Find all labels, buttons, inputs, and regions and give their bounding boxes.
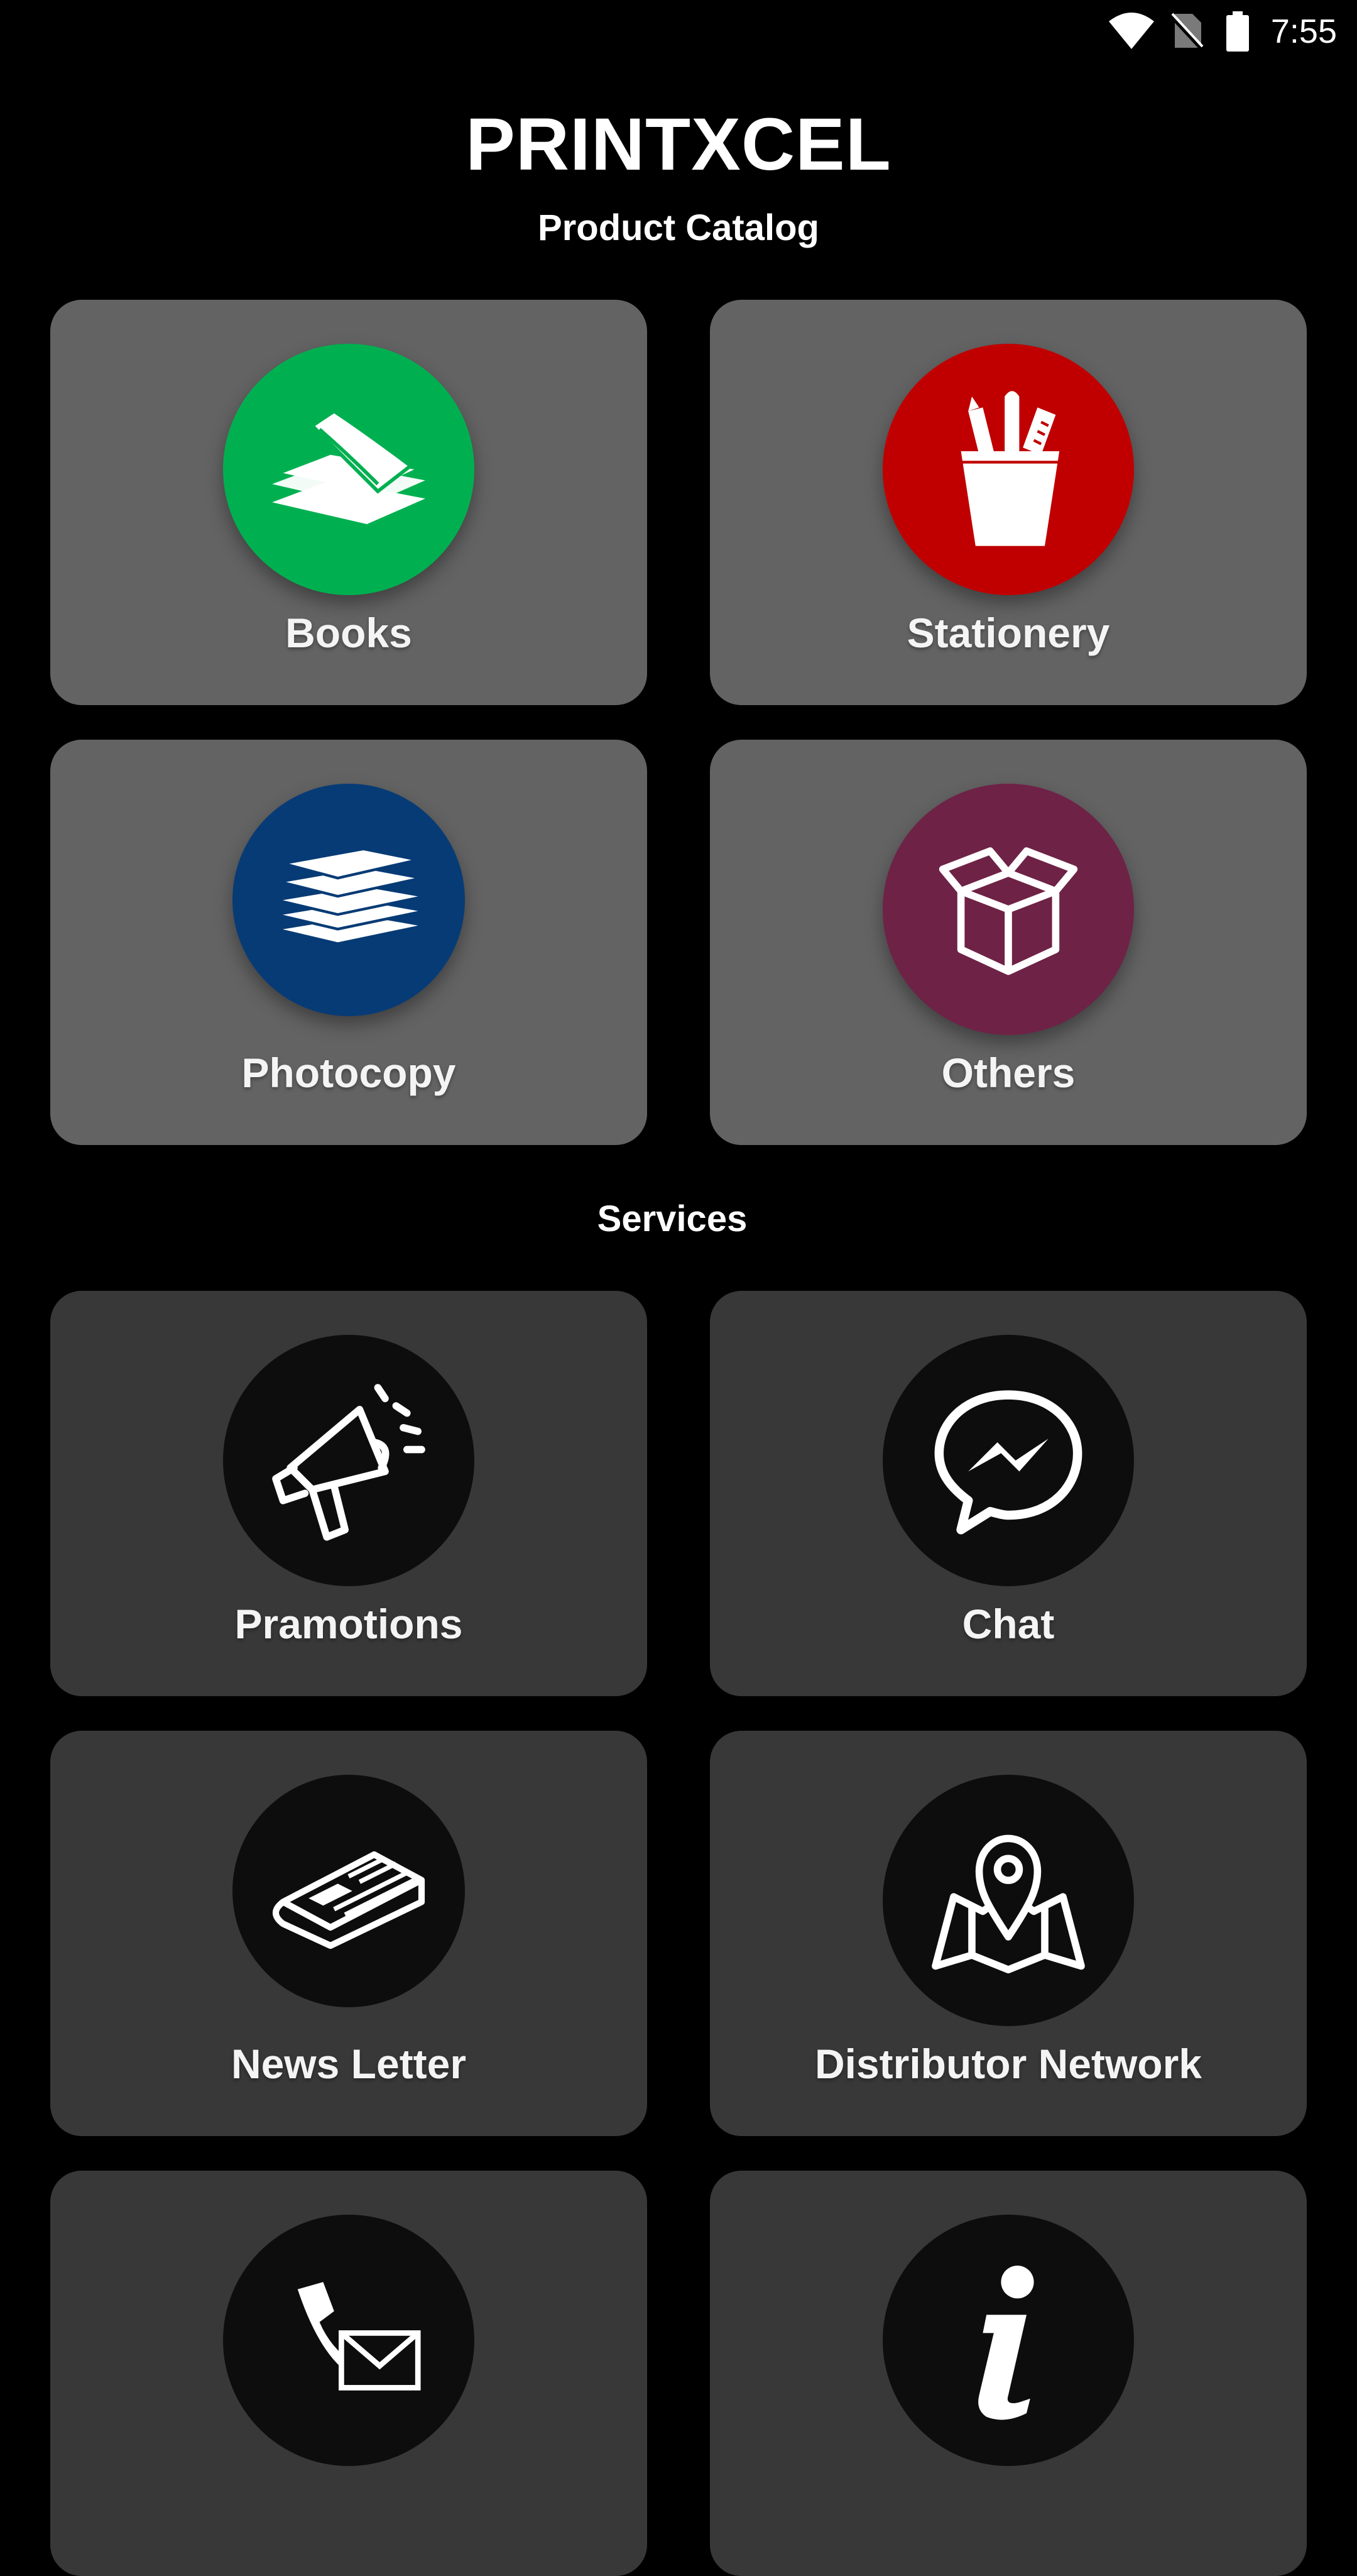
newsletter-circle (232, 1775, 465, 2007)
chat-circle (883, 1335, 1134, 1586)
service-tile-contact[interactable] (50, 2171, 647, 2576)
books-circle (223, 344, 474, 595)
service-tile-info[interactable] (710, 2171, 1307, 2576)
catalog-label-photocopy: Photocopy (241, 1050, 456, 1096)
catalog-label-stationery: Stationery (907, 610, 1110, 656)
info-circle (883, 2215, 1134, 2466)
services-section-title: Services (597, 1198, 748, 1239)
photocopy-circle (232, 784, 465, 1016)
service-label-newsletter: News Letter (231, 2041, 467, 2087)
newspaper-icon (272, 1851, 425, 1949)
catalog-section-title: Product Catalog (538, 207, 819, 248)
status-time: 7:55 (1270, 13, 1337, 50)
books-stack-icon (272, 408, 425, 524)
catalog-label-books: Books (285, 610, 412, 656)
app-title: PRINTXCEL (466, 103, 891, 186)
service-label-promotions: Pramotions (234, 1601, 463, 1647)
service-label-distributor-network: Distributor Network (814, 2041, 1202, 2087)
catalog-tile-photocopy[interactable]: Photocopy (50, 740, 647, 1145)
service-tile-promotions[interactable]: Pramotions (50, 1291, 647, 1696)
distributor-circle (883, 1775, 1134, 2026)
pencil-cup-icon (961, 391, 1060, 546)
no-sim-icon (1170, 13, 1204, 50)
open-box-icon (939, 847, 1078, 975)
catalog-tile-stationery[interactable]: Stationery (710, 300, 1307, 705)
service-tile-distributor-network[interactable]: Distributor Network (710, 1731, 1307, 2136)
service-tile-chat[interactable]: Chat (710, 1291, 1307, 1696)
map-pin-icon (932, 1834, 1085, 1973)
wifi-icon (1109, 13, 1154, 49)
service-label-chat: Chat (962, 1601, 1055, 1647)
status-bar: 7:55 (0, 0, 1357, 63)
megaphone-icon (272, 1384, 425, 1541)
contact-circle (223, 2215, 474, 2466)
paper-stack-icon (275, 847, 426, 945)
phone-email-icon (297, 2282, 421, 2391)
catalog-label-others: Others (941, 1050, 1076, 1096)
messenger-chat-icon (934, 1390, 1082, 1535)
catalog-tile-others[interactable]: Others (710, 740, 1307, 1145)
catalog-tile-books[interactable]: Books (50, 300, 647, 705)
others-circle (883, 784, 1134, 1035)
service-tile-newsletter[interactable]: News Letter (50, 1731, 647, 2136)
info-icon (978, 2266, 1034, 2420)
promotions-circle (223, 1335, 474, 1586)
stationery-circle (883, 344, 1134, 595)
battery-icon (1226, 11, 1249, 52)
